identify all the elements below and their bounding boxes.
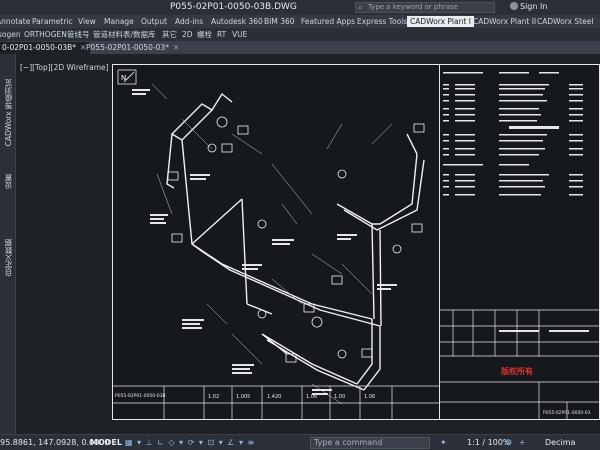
- toolbar-other[interactable]: 其它: [162, 29, 177, 40]
- drawing-number: P055-02P01-0050-03: [543, 410, 591, 416]
- toolbar-vue[interactable]: VUE: [232, 29, 247, 40]
- toolbar-material-db[interactable]: 管道材料表/数据库: [93, 29, 156, 40]
- status-bar: 95.8861, 147.0928, 0.0000 MODEL ▦ ▾ ⊥ ∟ …: [0, 434, 600, 450]
- palette-settings[interactable]: 设置: [3, 174, 14, 189]
- strip-dim-5: 1.00: [334, 394, 345, 400]
- document-tabs: 0-02P01-0050-03B* ✕ P055-02P01-0050-03* ✕: [0, 41, 600, 54]
- user-icon: [510, 2, 518, 10]
- command-placeholder: Type a command: [314, 438, 383, 447]
- workspace-gear-icon[interactable]: ⚙ +: [505, 438, 527, 447]
- doc-tab-label: P055-02P01-0050-03*: [86, 43, 169, 52]
- model-space-button[interactable]: MODEL: [90, 438, 122, 447]
- tab-add-ins[interactable]: Add-ins: [175, 16, 203, 27]
- window-title: P055-02P01-0050-03B.DWG: [170, 2, 297, 12]
- doc-tab[interactable]: P055-02P01-0050-03* ✕: [82, 42, 183, 54]
- tab-manage[interactable]: Manage: [104, 16, 134, 27]
- tab-parametric[interactable]: Parametric: [32, 16, 73, 27]
- title-bar: P055-02P01-0050-03B.DWG ⌕ Type a keyword…: [0, 0, 600, 15]
- sign-in-button[interactable]: Sign In: [510, 2, 547, 11]
- tab-express-tools[interactable]: Express Tools: [357, 16, 407, 27]
- title-block-sheet: 版权所有 P055-02P01-0050-03: [439, 64, 600, 420]
- doc-tab-active[interactable]: 0-02P01-0050-03B* ✕: [0, 42, 91, 54]
- units-display[interactable]: Decima: [545, 438, 575, 447]
- drawing-viewport[interactable]: [−][Top][2D Wireframe] N P055-02P01-0050…: [17, 54, 600, 434]
- side-palette: CADWorx 等级浏览 设置 自定义数据: [0, 54, 16, 434]
- doc-tab-label: 0-02P01-0050-03B*: [2, 43, 77, 52]
- strip-dim-3: 1.420: [267, 394, 281, 400]
- tab-bim-360[interactable]: BIM 360: [264, 16, 295, 27]
- tab-output[interactable]: Output: [141, 16, 167, 27]
- strip-dim-2: 1.005: [236, 394, 250, 400]
- search-icon: ⌕: [358, 3, 363, 12]
- search-placeholder: Type a keyword or phrase: [368, 3, 458, 11]
- toolbar-orthogen[interactable]: ORTHOGEN: [24, 29, 67, 40]
- strip-dim-1: 1.02: [208, 394, 219, 400]
- viewport-controls[interactable]: [−][Top][2D Wireframe]: [20, 63, 109, 72]
- toolbar-isogen[interactable]: sogen: [0, 29, 21, 40]
- toolbar-bolt[interactable]: 螺栓: [197, 29, 212, 40]
- sign-in-label: Sign In: [520, 2, 548, 11]
- strip-dim-4: 1.06: [306, 394, 317, 400]
- annotation-scale[interactable]: 1:1 / 100%: [467, 438, 511, 447]
- brand-watermark: 版权所有: [500, 366, 533, 376]
- search-input[interactable]: ⌕ Type a keyword or phrase: [355, 2, 495, 13]
- close-icon[interactable]: ✕: [173, 43, 179, 52]
- annotation-scale-icon[interactable]: ✦: [440, 438, 447, 447]
- tab-view[interactable]: View: [78, 16, 96, 27]
- command-line-input[interactable]: Type a command: [310, 437, 430, 449]
- tab-cadworx-plant-2[interactable]: CADWorx Plant II: [473, 16, 536, 27]
- palette-spec-browser[interactable]: CADWorx 等级浏览: [3, 79, 14, 146]
- tab-autodesk-360[interactable]: Autodesk 360: [211, 16, 263, 27]
- isometric-drawing: N P055-02P01-0050-03B 1.02 1.005 1.420 1…: [112, 64, 440, 420]
- ribbon-tabs: Annotate Parametric View Manage Output A…: [0, 15, 600, 28]
- tab-cadworx-steel[interactable]: CADWorx Steel: [537, 16, 593, 27]
- tab-featured-apps[interactable]: Featured Apps: [301, 16, 355, 27]
- toolbar-2d[interactable]: 2D: [182, 29, 193, 40]
- strip-dim-6: 1.06: [364, 394, 375, 400]
- toolbar-line-number[interactable]: 管线号: [67, 29, 90, 40]
- tab-annotate[interactable]: Annotate: [0, 16, 30, 27]
- drafting-toggle-icons[interactable]: ▦ ▾ ⊥ ∟ ◇ ▾ ⟳ ▾ ⊡ ▾ ∠ ▾ ≡: [125, 438, 255, 447]
- palette-custom-data[interactable]: 自定义数据: [3, 239, 14, 277]
- tab-cadworx-plant-1[interactable]: CADWorx Plant I: [407, 16, 474, 27]
- strip-line-number: P055-02P01-0050-03B: [115, 393, 166, 399]
- plugin-toolbar: sogen ORTHOGEN 管线号 管道材料表/数据库 其它 2D 螺栓 RT…: [0, 28, 600, 41]
- toolbar-rt[interactable]: RT: [217, 29, 226, 40]
